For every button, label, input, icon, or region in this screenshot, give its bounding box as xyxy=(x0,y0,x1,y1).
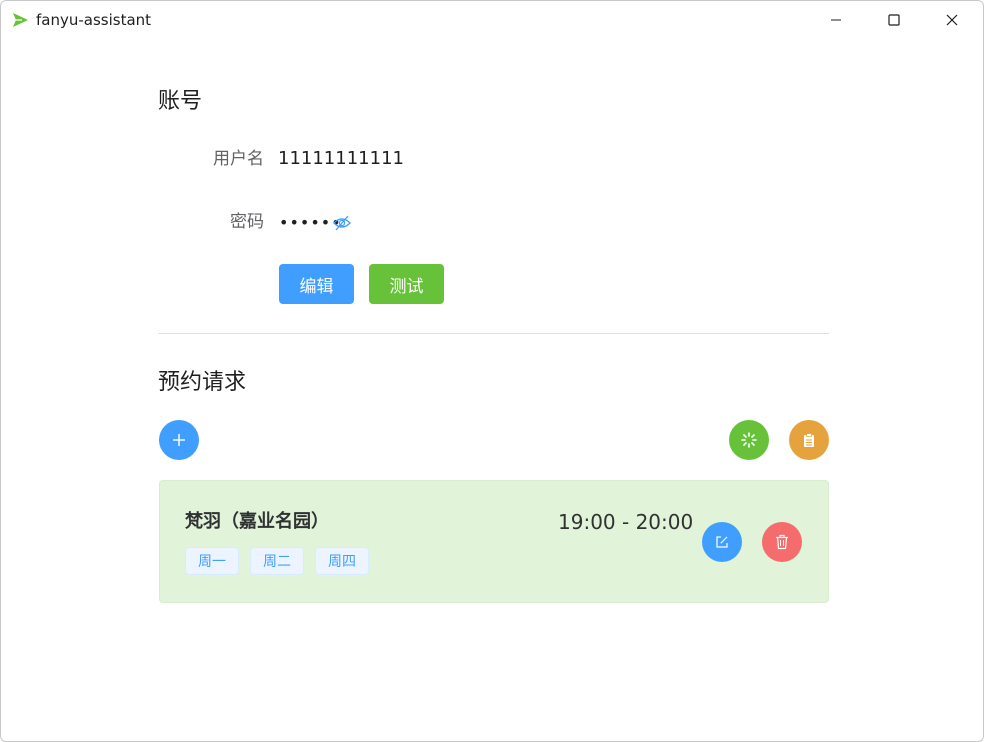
day-tag: 周二 xyxy=(250,547,304,575)
trash-icon xyxy=(776,534,788,550)
edit-button[interactable]: 编辑 xyxy=(279,264,354,304)
app-window: fanyu-assistant 账号 用户名 11111111111 密码 ••… xyxy=(0,0,984,742)
maximize-icon xyxy=(888,14,900,26)
test-button[interactable]: 测试 xyxy=(369,264,444,304)
request-venue-name: 梵羽（嘉业名园） xyxy=(185,511,329,532)
delete-request-button[interactable] xyxy=(762,522,802,562)
window-title: fanyu-assistant xyxy=(36,11,152,29)
password-label: 密码 xyxy=(230,212,264,232)
plus-icon xyxy=(173,434,185,446)
close-button[interactable] xyxy=(929,1,975,39)
username-value: 11111111111 xyxy=(278,148,404,169)
edit-request-button[interactable] xyxy=(702,522,742,562)
edit-icon xyxy=(716,536,728,548)
account-section-title: 账号 xyxy=(158,89,203,114)
run-button[interactable] xyxy=(729,420,769,460)
day-tag: 周一 xyxy=(185,547,239,575)
maximize-button[interactable] xyxy=(871,1,917,39)
add-request-button[interactable] xyxy=(159,420,199,460)
loading-icon xyxy=(741,432,757,448)
clipboard-icon xyxy=(804,433,814,447)
eye-hidden-icon[interactable] xyxy=(332,214,352,232)
username-label: 用户名 xyxy=(213,149,264,169)
booking-section-title: 预约请求 xyxy=(158,370,247,395)
close-icon xyxy=(946,14,958,26)
minimize-button[interactable] xyxy=(813,1,859,39)
request-time-range: 19:00 - 20:00 xyxy=(558,510,694,534)
day-tag: 周四 xyxy=(315,547,369,575)
title-bar[interactable]: fanyu-assistant xyxy=(1,1,983,39)
minimize-icon xyxy=(831,19,841,21)
section-divider xyxy=(158,333,829,334)
clipboard-button[interactable] xyxy=(789,420,829,460)
send-arrow-icon xyxy=(13,13,28,27)
booking-request-card: 梵羽（嘉业名园） 19:00 - 20:00 周一 周二 周四 xyxy=(159,480,829,603)
